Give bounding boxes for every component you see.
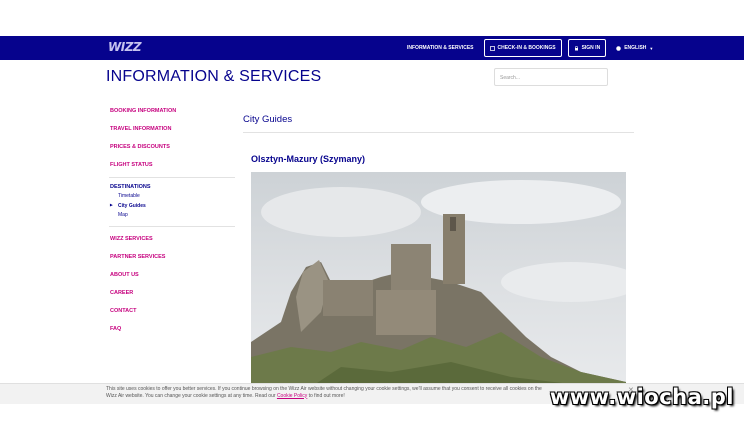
globe-icon xyxy=(616,45,621,51)
city-castle-photo xyxy=(251,172,626,387)
top-nav: INFORMATION & SERVICES CHECK-IN & BOOKIN… xyxy=(403,39,653,57)
checkin-bookings-button[interactable]: CHECK-IN & BOOKINGS xyxy=(483,39,562,57)
section-divider xyxy=(243,132,634,133)
cookie-text-line2: Wizz Air website. You can change your co… xyxy=(106,392,276,399)
sidebar-item-wizz-services[interactable]: WIZZ SERVICES xyxy=(110,233,235,251)
chevron-down-icon: ▼ xyxy=(649,45,654,51)
search-input[interactable]: Search... xyxy=(494,68,608,86)
sidebar-item-destinations[interactable]: DESTINATIONS xyxy=(110,184,235,193)
sign-in-label: SIGN IN xyxy=(581,45,601,51)
city-guide-title: Olsztyn-Mazury (Szymany) xyxy=(251,154,366,164)
cookie-text-line3: to find out more! xyxy=(308,392,345,399)
sidebar-subitem-city-guides[interactable]: City Guides xyxy=(110,203,235,213)
sidebar-item-partner-services[interactable]: PARTNER SERVICES xyxy=(110,251,235,269)
sidebar-item-about-us[interactable]: ABOUT US xyxy=(110,269,235,287)
sidebar-divider xyxy=(109,177,235,178)
section-title: City Guides xyxy=(243,114,293,125)
sidebar-subitem-timetable[interactable]: Timetable xyxy=(110,193,235,203)
sidebar-item-travel-information[interactable]: TRAVEL INFORMATION xyxy=(110,123,235,141)
language-selector[interactable]: ENGLISH ▼ xyxy=(612,45,653,51)
sidebar-item-career[interactable]: CAREER xyxy=(110,287,235,305)
sidebar-item-faq[interactable]: FAQ xyxy=(110,323,235,341)
wiocha-watermark: www.wiocha.pl xyxy=(549,385,734,409)
nav-information-services[interactable]: INFORMATION & SERVICES xyxy=(403,39,478,57)
sign-in-button[interactable]: SIGN IN xyxy=(567,39,607,57)
checkin-bookings-label: CHECK-IN & BOOKINGS xyxy=(497,45,556,51)
sidebar-item-prices-discounts[interactable]: PRICES & DISCOUNTS xyxy=(110,141,235,159)
cookie-text-line1: This site uses cookies to offer you bett… xyxy=(106,386,542,392)
sidebar-divider xyxy=(109,225,235,227)
language-label: ENGLISH xyxy=(624,45,647,51)
sidebar: BOOKING INFORMATION TRAVEL INFORMATION P… xyxy=(109,105,235,341)
sidebar-item-booking-information[interactable]: BOOKING INFORMATION xyxy=(110,105,235,123)
sidebar-item-flight-status[interactable]: FLIGHT STATUS xyxy=(110,159,235,177)
lock-icon xyxy=(574,45,578,50)
cookie-policy-link[interactable]: Cookie Policy xyxy=(277,393,307,399)
sidebar-item-contact[interactable]: CONTACT xyxy=(110,305,235,323)
cookie-message: This site uses cookies to offer you bett… xyxy=(106,386,616,399)
sidebar-subitem-map[interactable]: Map xyxy=(110,212,235,222)
page-title: INFORMATION & SERVICES xyxy=(106,68,322,85)
wizz-logo[interactable]: WIZZ xyxy=(108,40,142,54)
castle-ruins-image xyxy=(251,172,626,387)
ticket-icon xyxy=(489,45,495,51)
